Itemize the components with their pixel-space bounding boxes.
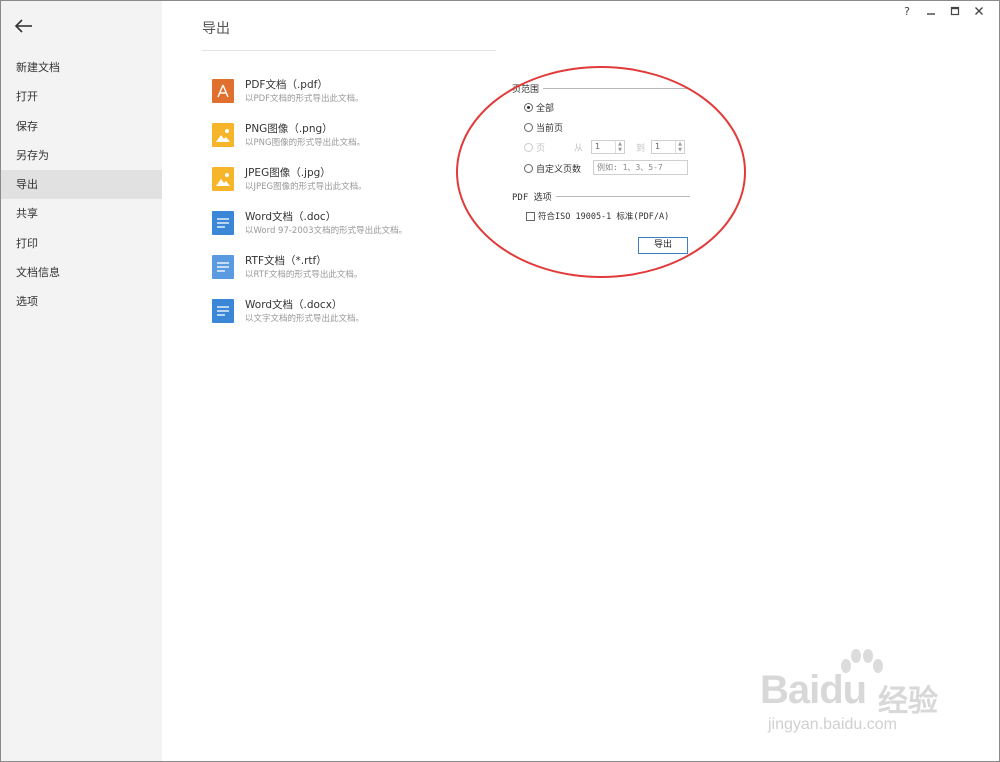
format-list: PDF文档（.pdf） 以PDF文档的形式导出此文档。 PNG图像（.png） …	[212, 77, 502, 341]
radio-current[interactable]: 当前页	[524, 121, 563, 134]
window-controls: ?	[900, 4, 986, 18]
radio-all[interactable]: 全部	[524, 101, 554, 114]
pdfa-checkbox-row[interactable]: 符合ISO 19005-1 标准(PDF/A)	[526, 210, 669, 222]
format-pdf[interactable]: PDF文档（.pdf） 以PDF文档的形式导出此文档。	[212, 77, 502, 121]
image-icon	[212, 167, 234, 191]
word-icon	[212, 299, 234, 323]
format-rtf[interactable]: RTF文档（*.rtf） 以RTF文档的形式导出此文档。	[212, 253, 502, 297]
page-title: 导出	[202, 21, 230, 37]
sidebar-nav: 新建文档 打开 保存 另存为 导出 共享 打印 文档信息 选项	[1, 53, 162, 317]
sidebar-item-doc-info[interactable]: 文档信息	[1, 258, 162, 287]
export-button[interactable]: 导出	[638, 237, 688, 254]
checkbox-icon[interactable]	[526, 211, 535, 221]
format-desc: 以Word 97-2003文档的形式导出此文档。	[245, 226, 408, 236]
sidebar-item-options[interactable]: 选项	[1, 287, 162, 316]
title-divider	[202, 50, 496, 51]
maximize-icon[interactable]	[948, 4, 962, 18]
sidebar-item-new[interactable]: 新建文档	[1, 53, 162, 82]
from-page-value: 1	[595, 142, 601, 151]
to-page-value: 1	[655, 142, 661, 151]
format-desc: 以PDF文档的形式导出此文档。	[245, 94, 364, 104]
range-legend: 页范围	[512, 82, 544, 95]
watermark-url: jingyan.baidu.com	[768, 716, 897, 733]
format-desc: 以JPEG图像的形式导出此文档。	[245, 182, 367, 192]
format-desc: 以PNG图像的形式导出此文档。	[245, 138, 366, 148]
sidebar: 新建文档 打开 保存 另存为 导出 共享 打印 文档信息 选项	[1, 1, 162, 761]
radio-pages-label: 页	[536, 144, 546, 154]
to-page-stepper[interactable]: 1 ▲ ▼	[651, 140, 685, 154]
rtf-icon	[212, 255, 234, 279]
format-name: JPEG图像（.jpg）	[245, 167, 331, 179]
format-name: PNG图像（.png）	[245, 123, 333, 135]
radio-icon	[524, 164, 533, 173]
radio-icon	[524, 123, 533, 132]
word-icon	[212, 211, 234, 235]
sidebar-item-export[interactable]: 导出	[1, 170, 162, 200]
from-label: 从	[574, 144, 584, 154]
radio-all-label: 全部	[536, 104, 555, 114]
sidebar-item-share[interactable]: 共享	[1, 199, 162, 228]
format-jpeg[interactable]: JPEG图像（.jpg） 以JPEG图像的形式导出此文档。	[212, 165, 502, 209]
watermark-brand: Baidu	[760, 668, 867, 712]
radio-current-label: 当前页	[536, 124, 564, 134]
radio-custom[interactable]: 自定义页数	[524, 162, 581, 175]
pdf-legend-rule	[556, 196, 690, 197]
format-name: Word文档（.docx）	[245, 299, 343, 311]
close-icon[interactable]	[972, 4, 986, 18]
radio-icon	[524, 103, 533, 112]
stepper-arrows-icon[interactable]: ▲ ▼	[675, 141, 684, 153]
radio-custom-label: 自定义页数	[536, 165, 582, 175]
minimize-icon[interactable]	[924, 4, 938, 18]
format-docx[interactable]: Word文档（.docx） 以文字文档的形式导出此文档。	[212, 297, 502, 341]
pdf-legend: PDF 选项	[512, 190, 556, 203]
pdfa-label: 符合ISO 19005-1 标准(PDF/A)	[538, 212, 670, 222]
sidebar-item-save-as[interactable]: 另存为	[1, 141, 162, 170]
format-desc: 以文字文档的形式导出此文档。	[245, 314, 365, 324]
pdf-icon	[212, 79, 234, 103]
sidebar-item-save[interactable]: 保存	[1, 112, 162, 141]
format-name: Word文档（.doc）	[245, 211, 337, 223]
custom-pages-input[interactable]: 例如: 1、3、5-7	[593, 160, 688, 175]
watermark-cn: 经验	[878, 684, 938, 719]
image-icon	[212, 123, 234, 147]
from-page-stepper[interactable]: 1 ▲ ▼	[591, 140, 625, 154]
stepper-arrows-icon[interactable]: ▲ ▼	[615, 141, 624, 153]
baidu-watermark: Baidu 经验 jingyan.baidu.com	[760, 649, 960, 750]
format-name: RTF文档（*.rtf）	[245, 255, 327, 267]
sidebar-item-open[interactable]: 打开	[1, 82, 162, 111]
help-icon[interactable]: ?	[900, 4, 914, 18]
radio-icon	[524, 143, 533, 152]
sidebar-item-print[interactable]: 打印	[1, 229, 162, 258]
to-label: 到	[636, 144, 646, 154]
format-name: PDF文档（.pdf）	[245, 79, 328, 91]
radio-pages[interactable]: 页	[524, 141, 545, 154]
range-legend-rule	[538, 88, 690, 89]
format-doc[interactable]: Word文档（.doc） 以Word 97-2003文档的形式导出此文档。	[212, 209, 502, 253]
format-desc: 以RTF文档的形式导出此文档。	[245, 270, 363, 280]
back-arrow-icon[interactable]	[13, 15, 35, 37]
format-png[interactable]: PNG图像（.png） 以PNG图像的形式导出此文档。	[212, 121, 502, 165]
